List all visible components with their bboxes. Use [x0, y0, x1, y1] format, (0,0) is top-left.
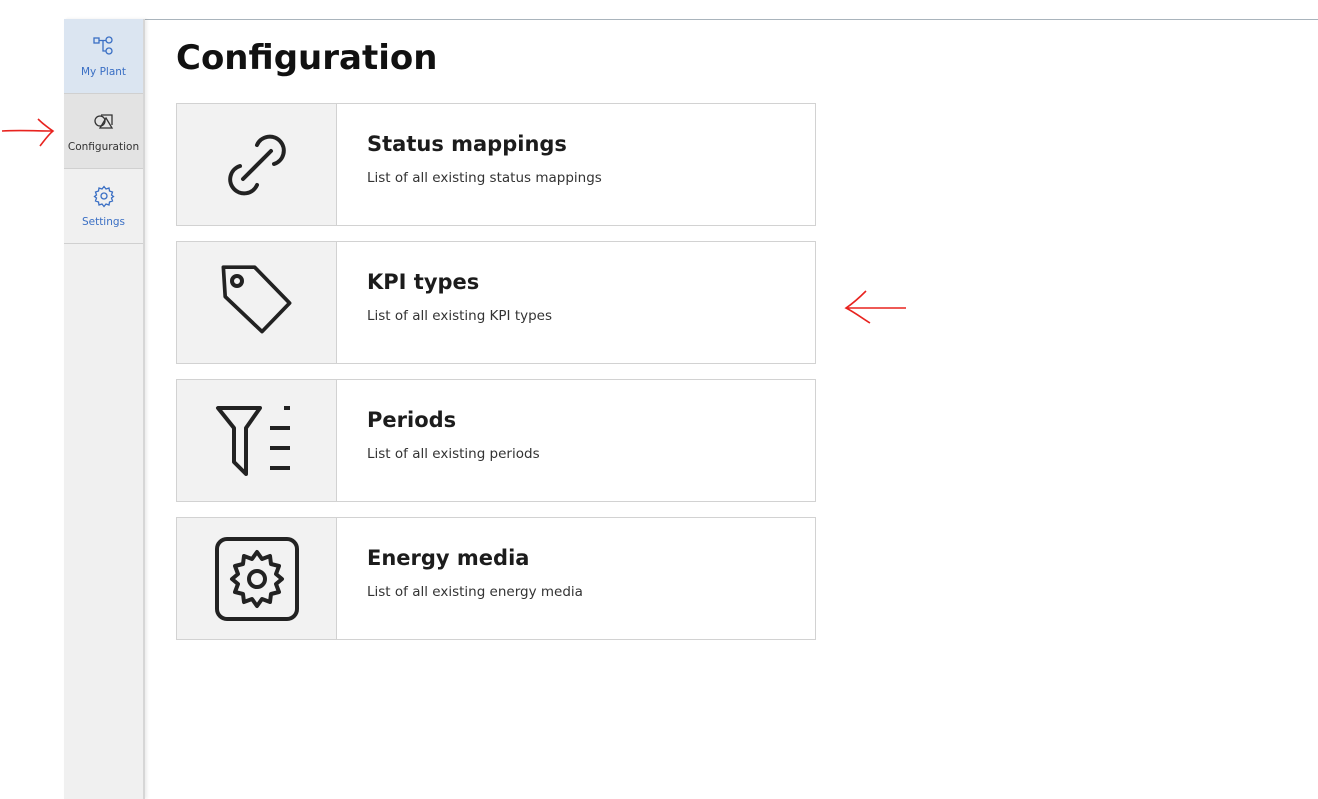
sidebar: My Plant Configuration Settings [64, 19, 145, 799]
annotation-arrow-right-icon [1, 118, 55, 147]
sidebar-item-label: Configuration [67, 141, 140, 153]
card-description: List of all existing KPI types [367, 308, 553, 324]
sidebar-item-configuration[interactable]: Configuration [64, 94, 143, 169]
card-title: Periods [367, 408, 457, 432]
card-title: Energy media [367, 546, 530, 570]
shapes-icon [93, 114, 113, 129]
link-icon [227, 134, 286, 195]
filter-list-icon [215, 405, 290, 476]
sidebar-item-my-plant[interactable]: My Plant [64, 19, 143, 94]
hierarchy-icon [92, 36, 113, 55]
page-title: Configuration [176, 38, 438, 78]
top-divider [144, 19, 1318, 20]
card-description: List of all existing status mappings [367, 170, 602, 186]
card-title: Status mappings [367, 132, 567, 156]
card-icon-area [177, 518, 337, 639]
tag-icon [221, 264, 291, 333]
card-status-mappings[interactable]: Status mappings List of all existing stat… [176, 103, 816, 226]
card-icon-area [177, 242, 337, 363]
card-icon-area [177, 380, 337, 501]
card-energy-media[interactable]: Energy media List of all existing energy … [176, 517, 816, 640]
card-kpi-types[interactable]: KPI types List of all existing KPI types [176, 241, 816, 364]
sidebar-item-settings[interactable]: Settings [64, 169, 143, 244]
gear-box-icon [214, 536, 299, 621]
card-icon-area [177, 104, 337, 225]
annotation-arrow-left-icon [844, 290, 906, 324]
sidebar-item-label: Settings [81, 216, 126, 228]
sidebar-item-label: My Plant [80, 66, 127, 78]
card-description: List of all existing energy media [367, 584, 583, 600]
card-periods[interactable]: Periods List of all existing periods [176, 379, 816, 502]
card-title: KPI types [367, 270, 480, 294]
gear-icon [92, 185, 115, 208]
card-description: List of all existing periods [367, 446, 540, 462]
